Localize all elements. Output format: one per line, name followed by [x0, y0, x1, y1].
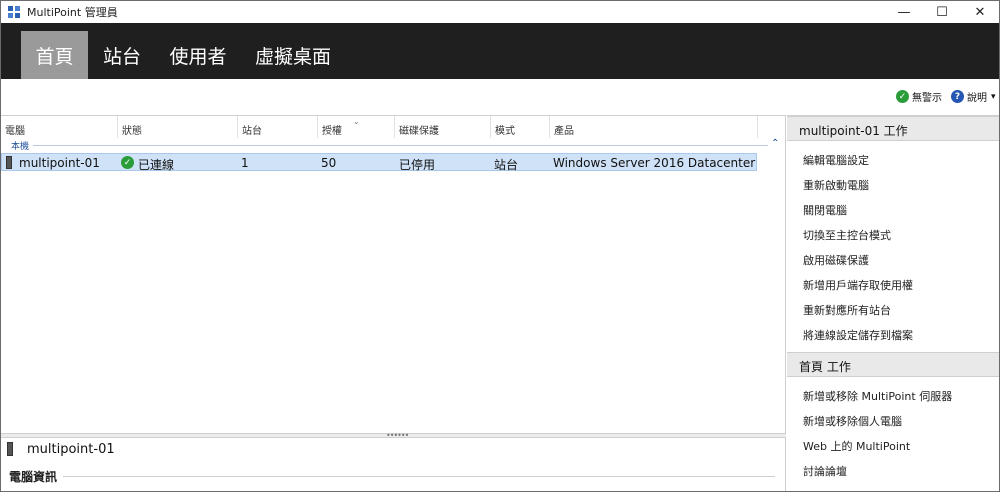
- help-label: 說明: [967, 93, 987, 104]
- home-tasks-header: 首頁 工作: [787, 352, 999, 377]
- task-edit-computer-settings[interactable]: 編輯電腦設定: [803, 152, 869, 168]
- app-window: MultiPoint 管理員 — ☐ ✕ 首頁 站台 使用者 虛擬桌面 ✓ 無警…: [0, 0, 1000, 492]
- ok-check-icon: ✓: [896, 90, 909, 103]
- task-add-remove-pcs[interactable]: 新增或移除個人電腦: [803, 413, 902, 429]
- cell-status: 已連線: [138, 158, 175, 172]
- column-header-mode[interactable]: 模式: [491, 116, 550, 138]
- tab-virtual-desktops[interactable]: 虛擬桌面: [244, 31, 342, 79]
- multipoint-app-icon: [7, 5, 21, 19]
- group-divider: [33, 145, 768, 146]
- tab-stations[interactable]: 站台: [92, 31, 152, 79]
- cell-stations: 1: [241, 156, 249, 170]
- task-enable-disk-protection[interactable]: 啟用磁碟保護: [803, 252, 869, 268]
- task-restart-computer[interactable]: 重新啟動電腦: [803, 177, 869, 193]
- tab-users[interactable]: 使用者: [160, 31, 236, 79]
- close-button[interactable]: ✕: [961, 1, 999, 23]
- connected-check-icon: ✓: [121, 156, 134, 169]
- collapse-icon[interactable]: ⌃: [771, 138, 779, 149]
- cell-computer: multipoint-01: [19, 156, 100, 170]
- window-title: MultiPoint 管理員: [27, 6, 118, 19]
- column-header-status[interactable]: 狀態: [118, 116, 238, 138]
- detail-pane: multipoint-01 電腦資訊: [1, 438, 786, 491]
- task-add-remove-servers[interactable]: 新增或移除 MultiPoint 伺服器: [803, 388, 952, 404]
- window-controls: — ☐ ✕: [885, 1, 999, 23]
- help-menu[interactable]: ? 說明 ▾: [951, 89, 996, 104]
- column-header-stations[interactable]: 站台: [238, 116, 318, 138]
- computer-tasks-header: multipoint-01 工作: [787, 116, 999, 141]
- server-icon: [6, 156, 12, 169]
- group-label: 本機: [11, 142, 30, 152]
- cell-mode: 站台: [494, 158, 519, 172]
- nav-ribbon: 首頁 站台 使用者 虛擬桌面: [1, 23, 999, 79]
- task-add-cal[interactable]: 新增用戶端存取使用權: [803, 277, 913, 293]
- chevron-down-icon: ▾: [991, 91, 996, 102]
- column-header-product[interactable]: 產品: [550, 116, 758, 138]
- alerts-label: 無警示: [912, 93, 942, 104]
- cell-disk-protection: 已停用: [399, 158, 436, 172]
- task-shutdown-computer[interactable]: 關閉電腦: [803, 202, 847, 218]
- section-title: 電腦資訊: [9, 470, 58, 484]
- task-forums[interactable]: 討論論壇: [803, 463, 847, 479]
- tab-home[interactable]: 首頁: [21, 31, 88, 79]
- task-switch-console-mode[interactable]: 切換至主控台模式: [803, 227, 891, 243]
- group-local[interactable]: 本機 ⌃: [1, 138, 785, 152]
- sort-descending-icon: ⌄: [353, 117, 360, 126]
- table-row[interactable]: multipoint-01 ✓ 已連線 1 50 已停用 站台 Windows …: [1, 153, 757, 172]
- column-header-disk-protection[interactable]: 磁碟保護: [395, 116, 491, 138]
- section-divider: [63, 476, 775, 477]
- task-multipoint-web[interactable]: Web 上的 MultiPoint: [803, 438, 910, 454]
- task-pane: multipoint-01 工作 編輯電腦設定 重新啟動電腦 關閉電腦 切換至主…: [787, 115, 999, 491]
- task-save-connection-settings[interactable]: 將連線設定儲存到檔案: [803, 327, 913, 343]
- cell-product: Windows Server 2016 Datacenter: [553, 156, 756, 170]
- cell-licenses: 50: [321, 156, 337, 170]
- column-header-computer[interactable]: 電腦: [1, 116, 118, 138]
- maximize-button[interactable]: ☐: [923, 1, 961, 23]
- help-question-icon: ?: [951, 90, 964, 103]
- title-bar: MultiPoint 管理員 — ☐ ✕: [1, 1, 999, 23]
- computer-list: 電腦 狀態 站台 授權 ⌄ 磁碟保護 模式 產品 本機 ⌃ multipoint…: [1, 115, 786, 433]
- status-help-strip: ✓ 無警示 ? 說明 ▾: [1, 79, 999, 115]
- minimize-button[interactable]: —: [885, 1, 923, 23]
- alerts-status[interactable]: ✓ 無警示: [896, 89, 942, 104]
- task-remap-stations[interactable]: 重新對應所有站台: [803, 302, 891, 318]
- detail-title: multipoint-01: [27, 442, 115, 457]
- server-icon: [7, 442, 13, 456]
